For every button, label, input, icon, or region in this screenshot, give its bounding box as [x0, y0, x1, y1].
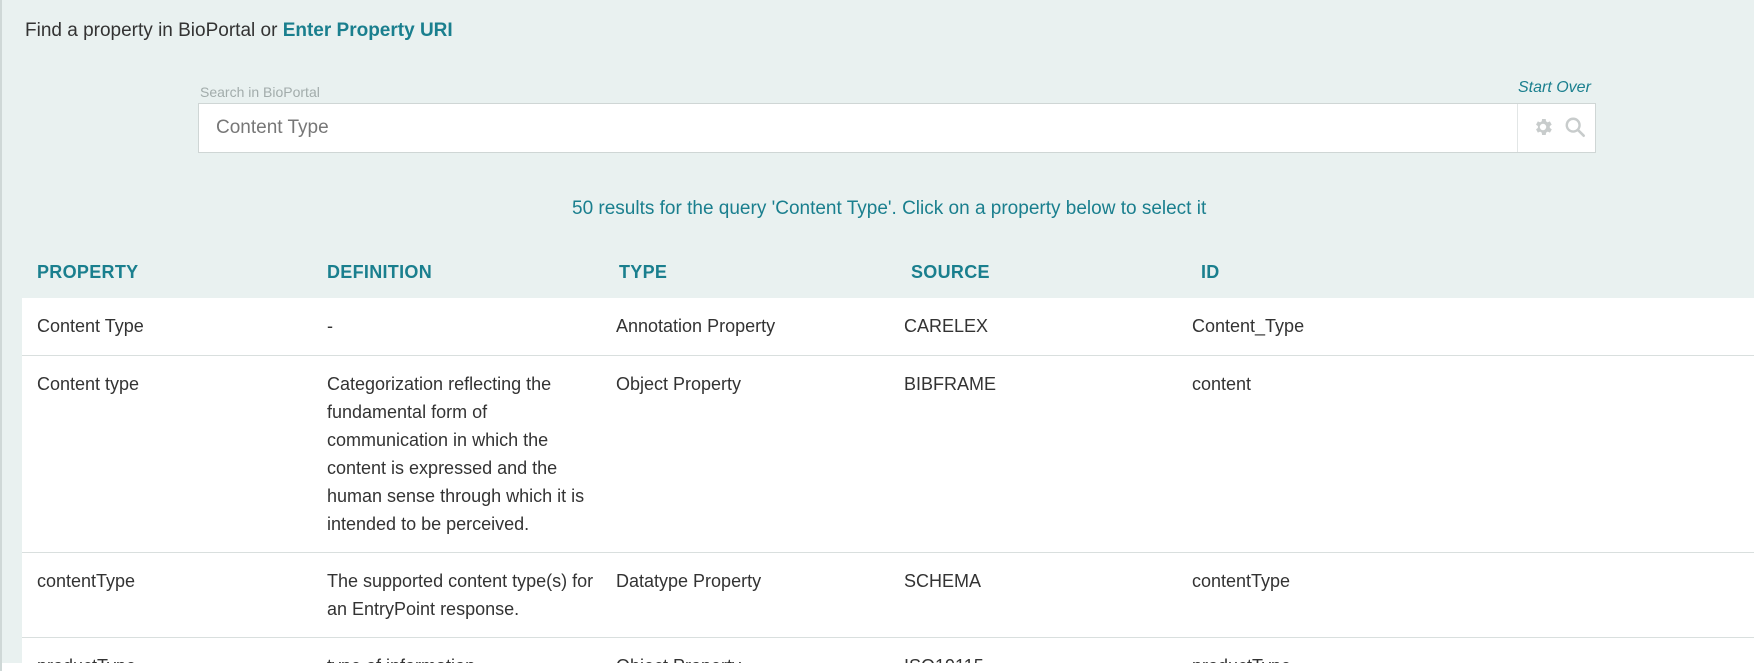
cell-property: Content Type	[37, 316, 144, 336]
results-table: Content Type - Annotation Property CAREL…	[22, 298, 1754, 663]
cell-definition: The supported content type(s) for an Ent…	[327, 571, 594, 619]
search-label: Search in BioPortal	[200, 84, 320, 100]
cell-source: SCHEMA	[904, 571, 982, 591]
cell-id: productType	[1192, 652, 1492, 663]
search-icon[interactable]	[1564, 116, 1586, 138]
find-property-text: Find a property in BioPortal or	[25, 20, 278, 41]
table-row[interactable]: productType type of information Object P…	[22, 638, 1754, 663]
column-header-source[interactable]: SOURCE	[911, 262, 990, 283]
property-search-panel: Find a property in BioPortal or Enter Pr…	[2, 0, 1754, 663]
panel-left-edge	[0, 0, 2, 671]
table-row[interactable]: contentType The supported content type(s…	[22, 553, 1754, 638]
gear-icon[interactable]	[1532, 116, 1554, 138]
column-header-id[interactable]: ID	[1201, 262, 1220, 283]
cell-source: CARELEX	[904, 316, 989, 336]
cell-definition: type of information	[327, 652, 607, 663]
cell-id: content	[1192, 374, 1252, 394]
search-input[interactable]	[199, 104, 1517, 152]
cell-id: contentType	[1192, 571, 1291, 591]
cell-property: Content type	[37, 374, 140, 394]
cell-type: Datatype Property	[616, 571, 762, 591]
cell-property: productType	[37, 652, 307, 663]
column-header-type[interactable]: TYPE	[619, 262, 667, 283]
cell-definition: -	[327, 316, 333, 336]
column-header-property[interactable]: PROPERTY	[37, 262, 138, 283]
cell-type: Object Property	[616, 374, 742, 394]
cell-type: Annotation Property	[616, 316, 776, 336]
cell-id: Content_Type	[1192, 316, 1305, 336]
table-row[interactable]: Content Type - Annotation Property CAREL…	[22, 298, 1754, 356]
table-row[interactable]: Content type Categorization reflecting t…	[22, 356, 1754, 553]
cell-type: Object Property	[616, 652, 896, 663]
results-message: 50 results for the query 'Content Type'.…	[572, 198, 1207, 219]
find-property-line: Find a property in BioPortal or Enter Pr…	[25, 20, 453, 42]
cell-definition: Categorization reflecting the fundamenta…	[327, 374, 585, 534]
cell-property: contentType	[37, 571, 136, 591]
column-header-definition[interactable]: DEFINITION	[327, 262, 432, 283]
start-over-link[interactable]: Start Over	[1518, 79, 1591, 97]
search-tools	[1517, 104, 1595, 152]
cell-source: BIBFRAME	[904, 374, 997, 394]
enter-property-uri-link[interactable]: Enter Property URI	[283, 20, 453, 41]
search-box	[198, 103, 1596, 153]
cell-source: ISO19115	[904, 652, 1184, 663]
